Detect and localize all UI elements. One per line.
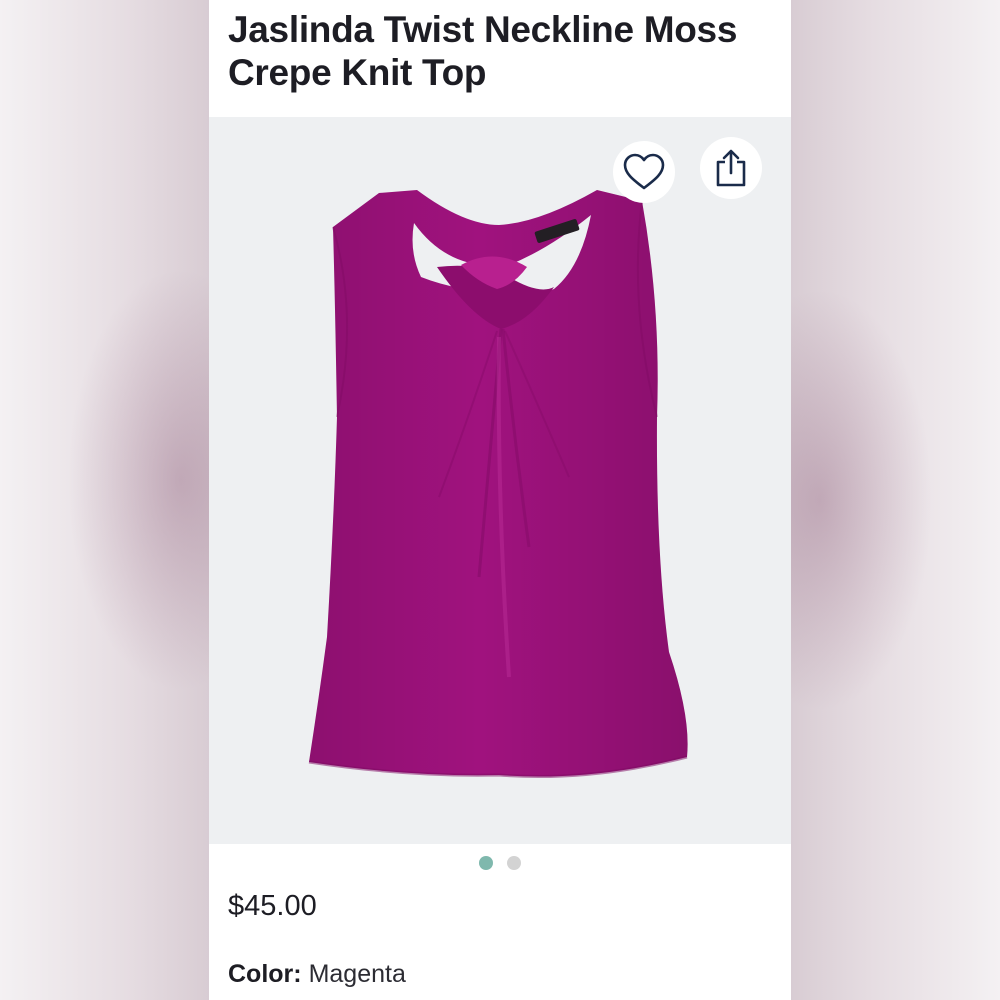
product-screen: Jaslinda Twist Neckline Moss Crepe Knit … xyxy=(209,0,791,1000)
heart-icon xyxy=(623,153,665,190)
background-left xyxy=(0,0,210,1000)
background-right xyxy=(790,0,1000,1000)
favorite-button[interactable] xyxy=(613,141,675,203)
carousel-indicator xyxy=(209,856,791,870)
product-image xyxy=(308,190,688,779)
carousel-dot[interactable] xyxy=(507,856,521,870)
product-title: Jaslinda Twist Neckline Moss Crepe Knit … xyxy=(228,9,738,93)
color-label: Color: xyxy=(228,960,302,988)
product-image-area[interactable] xyxy=(209,117,791,844)
color-info: Color: Magenta xyxy=(228,960,406,989)
product-price: $45.00 xyxy=(228,890,317,922)
share-icon xyxy=(716,149,746,187)
carousel-dot[interactable] xyxy=(479,856,493,870)
color-value: Magenta xyxy=(308,960,406,988)
share-button[interactable] xyxy=(700,137,762,199)
